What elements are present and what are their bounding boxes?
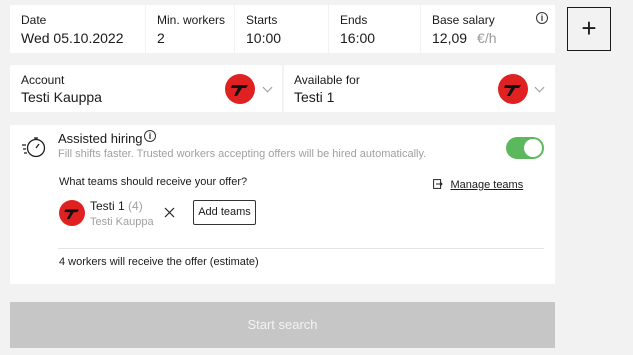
manage-teams-link[interactable]: Manage teams bbox=[433, 176, 523, 194]
team-chip-name-row: Testi 1 (4) bbox=[90, 199, 143, 213]
team-org: Testi Kauppa bbox=[90, 216, 154, 228]
chevron-down-icon[interactable] bbox=[262, 82, 273, 93]
assisted-hiring-toggle[interactable] bbox=[506, 137, 544, 159]
estimate-text: 4 workers will receive the offer (estima… bbox=[59, 256, 259, 268]
available-for-value: Testi 1 bbox=[294, 89, 335, 105]
brand-logo-icon bbox=[498, 74, 528, 104]
team-name: Testi 1 bbox=[90, 199, 125, 213]
chevron-down-icon[interactable] bbox=[534, 82, 545, 93]
ends-value: 16:00 bbox=[340, 30, 376, 46]
team-logo-icon bbox=[59, 200, 85, 226]
date-label: Date bbox=[21, 13, 47, 27]
close-icon[interactable] bbox=[164, 205, 175, 223]
base-salary-value: 12,09 bbox=[432, 30, 468, 46]
divider bbox=[58, 248, 544, 249]
starts-field[interactable]: Starts 10:00 bbox=[235, 5, 328, 53]
available-for-label: Available for bbox=[294, 73, 360, 87]
available-for-select[interactable]: Available for Testi 1 bbox=[284, 65, 555, 112]
salary-unit: €/h bbox=[477, 30, 497, 46]
starts-label: Starts bbox=[246, 13, 278, 27]
external-link-icon bbox=[433, 176, 443, 194]
assisted-hiring-title: Assisted hiring bbox=[58, 131, 143, 146]
account-label: Account bbox=[21, 73, 65, 87]
base-salary-label: Base salary bbox=[432, 13, 495, 27]
add-teams-button[interactable]: Add teams bbox=[193, 200, 256, 225]
start-search-button[interactable]: Start search bbox=[10, 302, 555, 348]
date-field[interactable]: Date Wed 05.10.2022 bbox=[10, 5, 145, 53]
date-value: Wed 05.10.2022 bbox=[21, 30, 124, 46]
brand-logo-icon bbox=[225, 74, 255, 104]
account-value: Testi Kauppa bbox=[21, 89, 102, 105]
team-count: (4) bbox=[128, 199, 143, 213]
teams-question: What teams should receive your offer? bbox=[59, 176, 248, 188]
min-workers-label: Min. workers bbox=[157, 13, 226, 27]
base-salary-value-group: 12,09 €/h bbox=[432, 30, 497, 46]
stopwatch-icon bbox=[22, 135, 48, 164]
ends-field[interactable]: Ends 16:00 bbox=[329, 5, 420, 53]
base-salary-field[interactable]: Base salary 12,09 €/h i bbox=[421, 5, 555, 53]
plus-icon: + bbox=[581, 13, 597, 43]
account-select[interactable]: Account Testi Kauppa bbox=[10, 65, 282, 112]
manage-teams-label: Manage teams bbox=[450, 179, 524, 191]
toggle-knob bbox=[524, 139, 542, 157]
assisted-hiring-description: Fill shifts faster. Trusted workers acce… bbox=[58, 148, 427, 160]
info-icon[interactable]: i bbox=[536, 12, 548, 24]
min-workers-field[interactable]: Min. workers 2 bbox=[146, 5, 234, 53]
starts-value: 10:00 bbox=[246, 30, 282, 46]
ends-label: Ends bbox=[340, 13, 368, 27]
info-icon[interactable]: i bbox=[144, 130, 156, 142]
add-shift-button[interactable]: + bbox=[567, 7, 611, 51]
min-workers-value: 2 bbox=[157, 30, 165, 46]
